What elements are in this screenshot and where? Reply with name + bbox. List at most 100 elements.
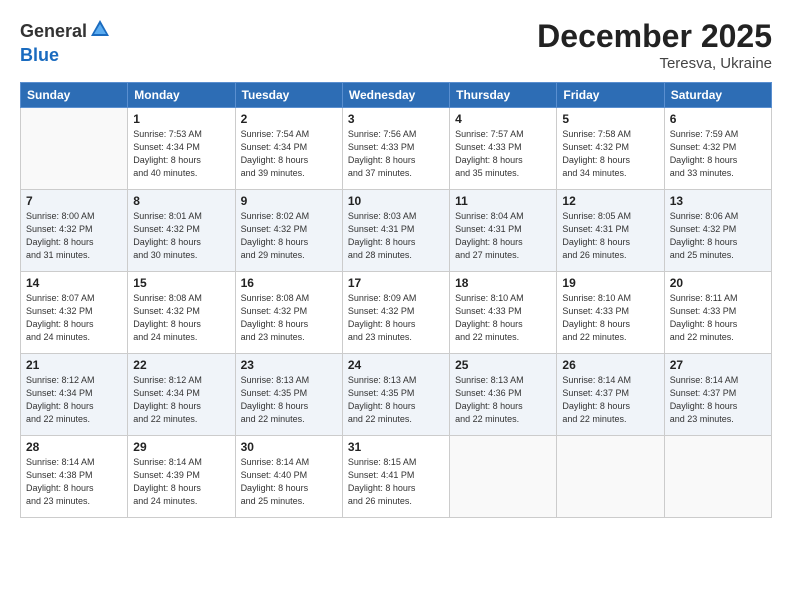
day-info: Sunrise: 8:13 AM Sunset: 4:35 PM Dayligh…: [241, 374, 337, 426]
day-number: 8: [133, 194, 229, 208]
day-info: Sunrise: 8:10 AM Sunset: 4:33 PM Dayligh…: [455, 292, 551, 344]
day-info: Sunrise: 8:08 AM Sunset: 4:32 PM Dayligh…: [241, 292, 337, 344]
day-info: Sunrise: 8:09 AM Sunset: 4:32 PM Dayligh…: [348, 292, 444, 344]
col-tuesday: Tuesday: [235, 83, 342, 108]
day-info: Sunrise: 8:14 AM Sunset: 4:40 PM Dayligh…: [241, 456, 337, 508]
table-row: [450, 436, 557, 518]
day-number: 17: [348, 276, 444, 290]
day-info: Sunrise: 8:14 AM Sunset: 4:37 PM Dayligh…: [562, 374, 658, 426]
day-info: Sunrise: 7:54 AM Sunset: 4:34 PM Dayligh…: [241, 128, 337, 180]
logo-general-text: General: [20, 21, 87, 42]
day-number: 14: [26, 276, 122, 290]
table-row: 8 Sunrise: 8:01 AM Sunset: 4:32 PM Daylig…: [128, 190, 235, 272]
day-info: Sunrise: 8:02 AM Sunset: 4:32 PM Dayligh…: [241, 210, 337, 262]
col-monday: Monday: [128, 83, 235, 108]
day-number: 16: [241, 276, 337, 290]
day-number: 28: [26, 440, 122, 454]
table-row: 21 Sunrise: 8:12 AM Sunset: 4:34 PM Dayli…: [21, 354, 128, 436]
day-info: Sunrise: 7:56 AM Sunset: 4:33 PM Dayligh…: [348, 128, 444, 180]
day-info: Sunrise: 8:01 AM Sunset: 4:32 PM Dayligh…: [133, 210, 229, 262]
day-info: Sunrise: 7:59 AM Sunset: 4:32 PM Dayligh…: [670, 128, 766, 180]
day-number: 19: [562, 276, 658, 290]
day-number: 29: [133, 440, 229, 454]
table-row: 1 Sunrise: 7:53 AM Sunset: 4:34 PM Daylig…: [128, 108, 235, 190]
day-number: 23: [241, 358, 337, 372]
calendar-week-row: 7 Sunrise: 8:00 AM Sunset: 4:32 PM Daylig…: [21, 190, 772, 272]
table-row: 3 Sunrise: 7:56 AM Sunset: 4:33 PM Daylig…: [342, 108, 449, 190]
col-thursday: Thursday: [450, 83, 557, 108]
day-info: Sunrise: 7:53 AM Sunset: 4:34 PM Dayligh…: [133, 128, 229, 180]
col-friday: Friday: [557, 83, 664, 108]
table-row: 5Sunrise: 7:58 AM Sunset: 4:32 PM Daylig…: [557, 108, 664, 190]
day-number: 24: [348, 358, 444, 372]
table-row: 29 Sunrise: 8:14 AM Sunset: 4:39 PM Dayli…: [128, 436, 235, 518]
day-info: Sunrise: 8:06 AM Sunset: 4:32 PM Dayligh…: [670, 210, 766, 262]
table-row: 20Sunrise: 8:11 AM Sunset: 4:33 PM Dayli…: [664, 272, 771, 354]
day-number: 4: [455, 112, 551, 126]
day-number: 6: [670, 112, 766, 126]
day-number: 18: [455, 276, 551, 290]
day-info: Sunrise: 8:04 AM Sunset: 4:31 PM Dayligh…: [455, 210, 551, 262]
table-row: [21, 108, 128, 190]
day-number: 12: [562, 194, 658, 208]
day-number: 2: [241, 112, 337, 126]
table-row: 13 Sunrise: 8:06 AM Sunset: 4:32 PM Dayli…: [664, 190, 771, 272]
table-row: 26Sunrise: 8:14 AM Sunset: 4:37 PM Dayli…: [557, 354, 664, 436]
day-number: 21: [26, 358, 122, 372]
day-number: 1: [133, 112, 229, 126]
table-row: 27Sunrise: 8:14 AM Sunset: 4:37 PM Dayli…: [664, 354, 771, 436]
day-info: Sunrise: 8:07 AM Sunset: 4:32 PM Dayligh…: [26, 292, 122, 344]
logo: General Blue: [20, 18, 111, 66]
table-row: [557, 436, 664, 518]
table-row: 10Sunrise: 8:03 AM Sunset: 4:31 PM Dayli…: [342, 190, 449, 272]
day-info: Sunrise: 7:58 AM Sunset: 4:32 PM Dayligh…: [562, 128, 658, 180]
logo-blue-text: Blue: [20, 45, 59, 66]
day-number: 31: [348, 440, 444, 454]
day-info: Sunrise: 8:05 AM Sunset: 4:31 PM Dayligh…: [562, 210, 658, 262]
day-number: 7: [26, 194, 122, 208]
table-row: 16 Sunrise: 8:08 AM Sunset: 4:32 PM Dayli…: [235, 272, 342, 354]
table-row: 30 Sunrise: 8:14 AM Sunset: 4:40 PM Dayli…: [235, 436, 342, 518]
calendar-week-row: 28 Sunrise: 8:14 AM Sunset: 4:38 PM Dayli…: [21, 436, 772, 518]
day-number: 3: [348, 112, 444, 126]
table-row: 12 Sunrise: 8:05 AM Sunset: 4:31 PM Dayli…: [557, 190, 664, 272]
table-row: 22 Sunrise: 8:12 AM Sunset: 4:34 PM Dayli…: [128, 354, 235, 436]
table-row: 14 Sunrise: 8:07 AM Sunset: 4:32 PM Dayli…: [21, 272, 128, 354]
table-row: 18 Sunrise: 8:10 AM Sunset: 4:33 PM Dayli…: [450, 272, 557, 354]
day-info: Sunrise: 8:15 AM Sunset: 4:41 PM Dayligh…: [348, 456, 444, 508]
col-saturday: Saturday: [664, 83, 771, 108]
day-info: Sunrise: 8:12 AM Sunset: 4:34 PM Dayligh…: [26, 374, 122, 426]
day-info: Sunrise: 8:00 AM Sunset: 4:32 PM Dayligh…: [26, 210, 122, 262]
title-block: December 2025 Teresva, Ukraine: [537, 18, 772, 72]
day-info: Sunrise: 8:14 AM Sunset: 4:39 PM Dayligh…: [133, 456, 229, 508]
col-wednesday: Wednesday: [342, 83, 449, 108]
day-info: Sunrise: 8:14 AM Sunset: 4:38 PM Dayligh…: [26, 456, 122, 508]
table-row: 4 Sunrise: 7:57 AM Sunset: 4:33 PM Daylig…: [450, 108, 557, 190]
day-number: 30: [241, 440, 337, 454]
logo-icon: [89, 18, 111, 45]
day-number: 11: [455, 194, 551, 208]
day-number: 22: [133, 358, 229, 372]
calendar-subtitle: Teresva, Ukraine: [537, 55, 772, 72]
day-number: 27: [670, 358, 766, 372]
table-row: 7 Sunrise: 8:00 AM Sunset: 4:32 PM Daylig…: [21, 190, 128, 272]
table-row: 19Sunrise: 8:10 AM Sunset: 4:33 PM Dayli…: [557, 272, 664, 354]
table-row: 24Sunrise: 8:13 AM Sunset: 4:35 PM Dayli…: [342, 354, 449, 436]
day-info: Sunrise: 8:12 AM Sunset: 4:34 PM Dayligh…: [133, 374, 229, 426]
table-row: [664, 436, 771, 518]
table-row: 11 Sunrise: 8:04 AM Sunset: 4:31 PM Dayli…: [450, 190, 557, 272]
day-number: 15: [133, 276, 229, 290]
table-row: 31 Sunrise: 8:15 AM Sunset: 4:41 PM Dayli…: [342, 436, 449, 518]
day-info: Sunrise: 8:13 AM Sunset: 4:36 PM Dayligh…: [455, 374, 551, 426]
col-sunday: Sunday: [21, 83, 128, 108]
calendar-week-row: 1 Sunrise: 7:53 AM Sunset: 4:34 PM Daylig…: [21, 108, 772, 190]
table-row: 2 Sunrise: 7:54 AM Sunset: 4:34 PM Daylig…: [235, 108, 342, 190]
calendar-week-row: 21 Sunrise: 8:12 AM Sunset: 4:34 PM Dayli…: [21, 354, 772, 436]
table-row: 17 Sunrise: 8:09 AM Sunset: 4:32 PM Dayli…: [342, 272, 449, 354]
day-info: Sunrise: 8:03 AM Sunset: 4:31 PM Dayligh…: [348, 210, 444, 262]
table-row: 28 Sunrise: 8:14 AM Sunset: 4:38 PM Dayli…: [21, 436, 128, 518]
table-row: 6 Sunrise: 7:59 AM Sunset: 4:32 PM Daylig…: [664, 108, 771, 190]
day-info: Sunrise: 7:57 AM Sunset: 4:33 PM Dayligh…: [455, 128, 551, 180]
header: General Blue December 2025 Teresva, Ukra…: [20, 18, 772, 72]
day-number: 13: [670, 194, 766, 208]
